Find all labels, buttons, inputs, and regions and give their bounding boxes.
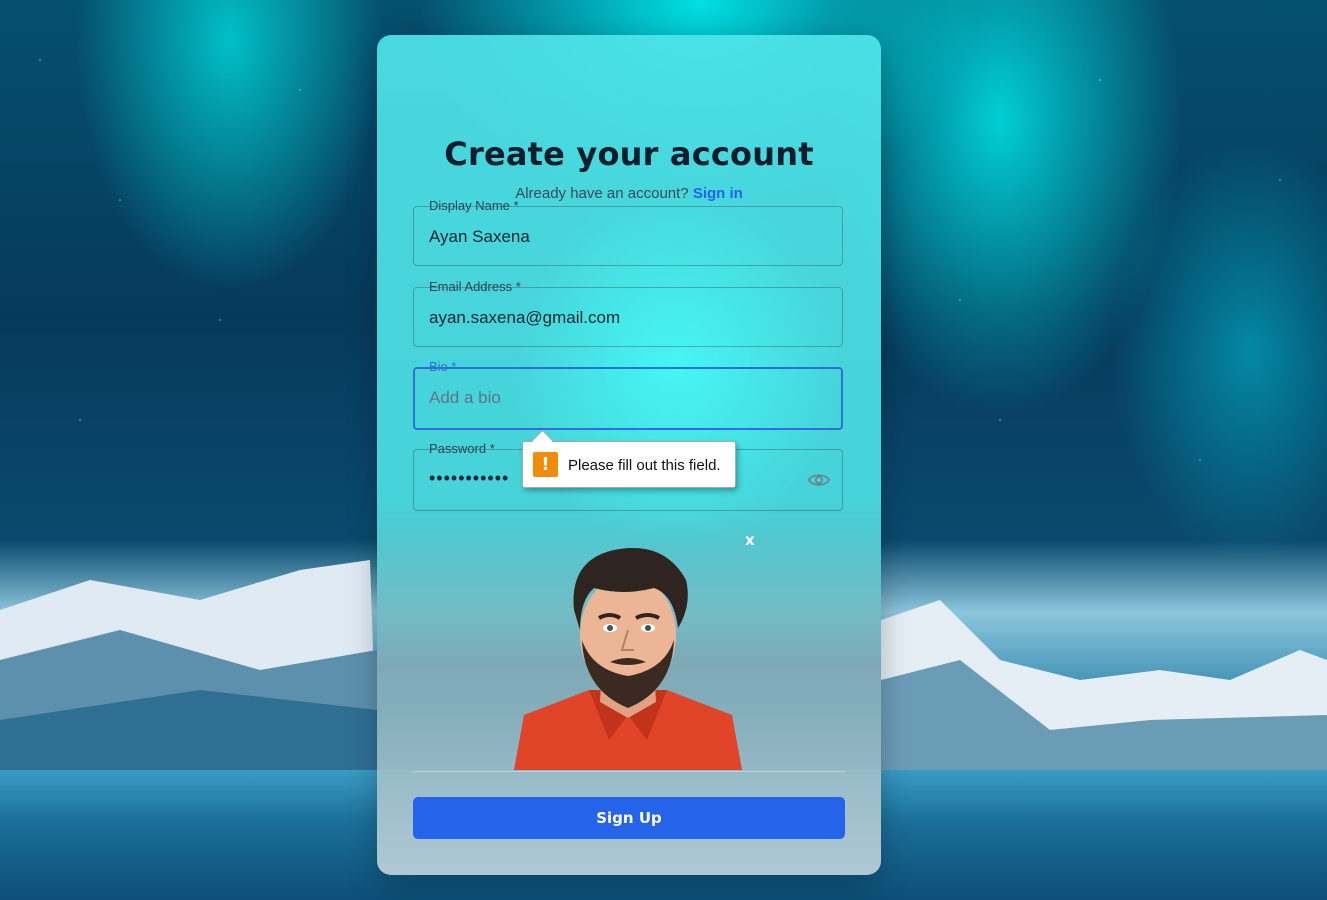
validation-tooltip: ! Please fill out this field. (522, 441, 736, 488)
password-label: Password * (424, 441, 500, 457)
display-name-value[interactable]: Ayan Saxena (429, 227, 530, 247)
warning-icon: ! (533, 452, 558, 477)
signup-button[interactable]: Sign Up (413, 797, 845, 839)
close-icon[interactable]: x (745, 531, 755, 549)
bio-field[interactable]: Bio * Add a bio (413, 359, 843, 430)
email-value[interactable]: ayan.saxena@gmail.com (429, 308, 620, 328)
signin-link[interactable]: Sign in (693, 185, 743, 202)
bio-placeholder[interactable]: Add a bio (429, 388, 501, 408)
password-value[interactable]: ••••••••••• (429, 468, 509, 489)
page-title: Create your account (444, 135, 814, 173)
email-field[interactable]: Email Address * ayan.saxena@gmail.com (413, 279, 843, 347)
display-name-label: Display Name * (424, 198, 524, 214)
bio-label: Bio * (424, 359, 462, 375)
display-name-field[interactable]: Display Name * Ayan Saxena (413, 198, 843, 266)
validation-message: Please fill out this field. (568, 457, 721, 474)
eye-icon[interactable] (808, 470, 830, 490)
section-divider (413, 771, 845, 772)
signin-prompt-text: Already have an account? (515, 185, 689, 202)
avatar-preview (514, 548, 742, 770)
email-label: Email Address * (424, 279, 526, 295)
